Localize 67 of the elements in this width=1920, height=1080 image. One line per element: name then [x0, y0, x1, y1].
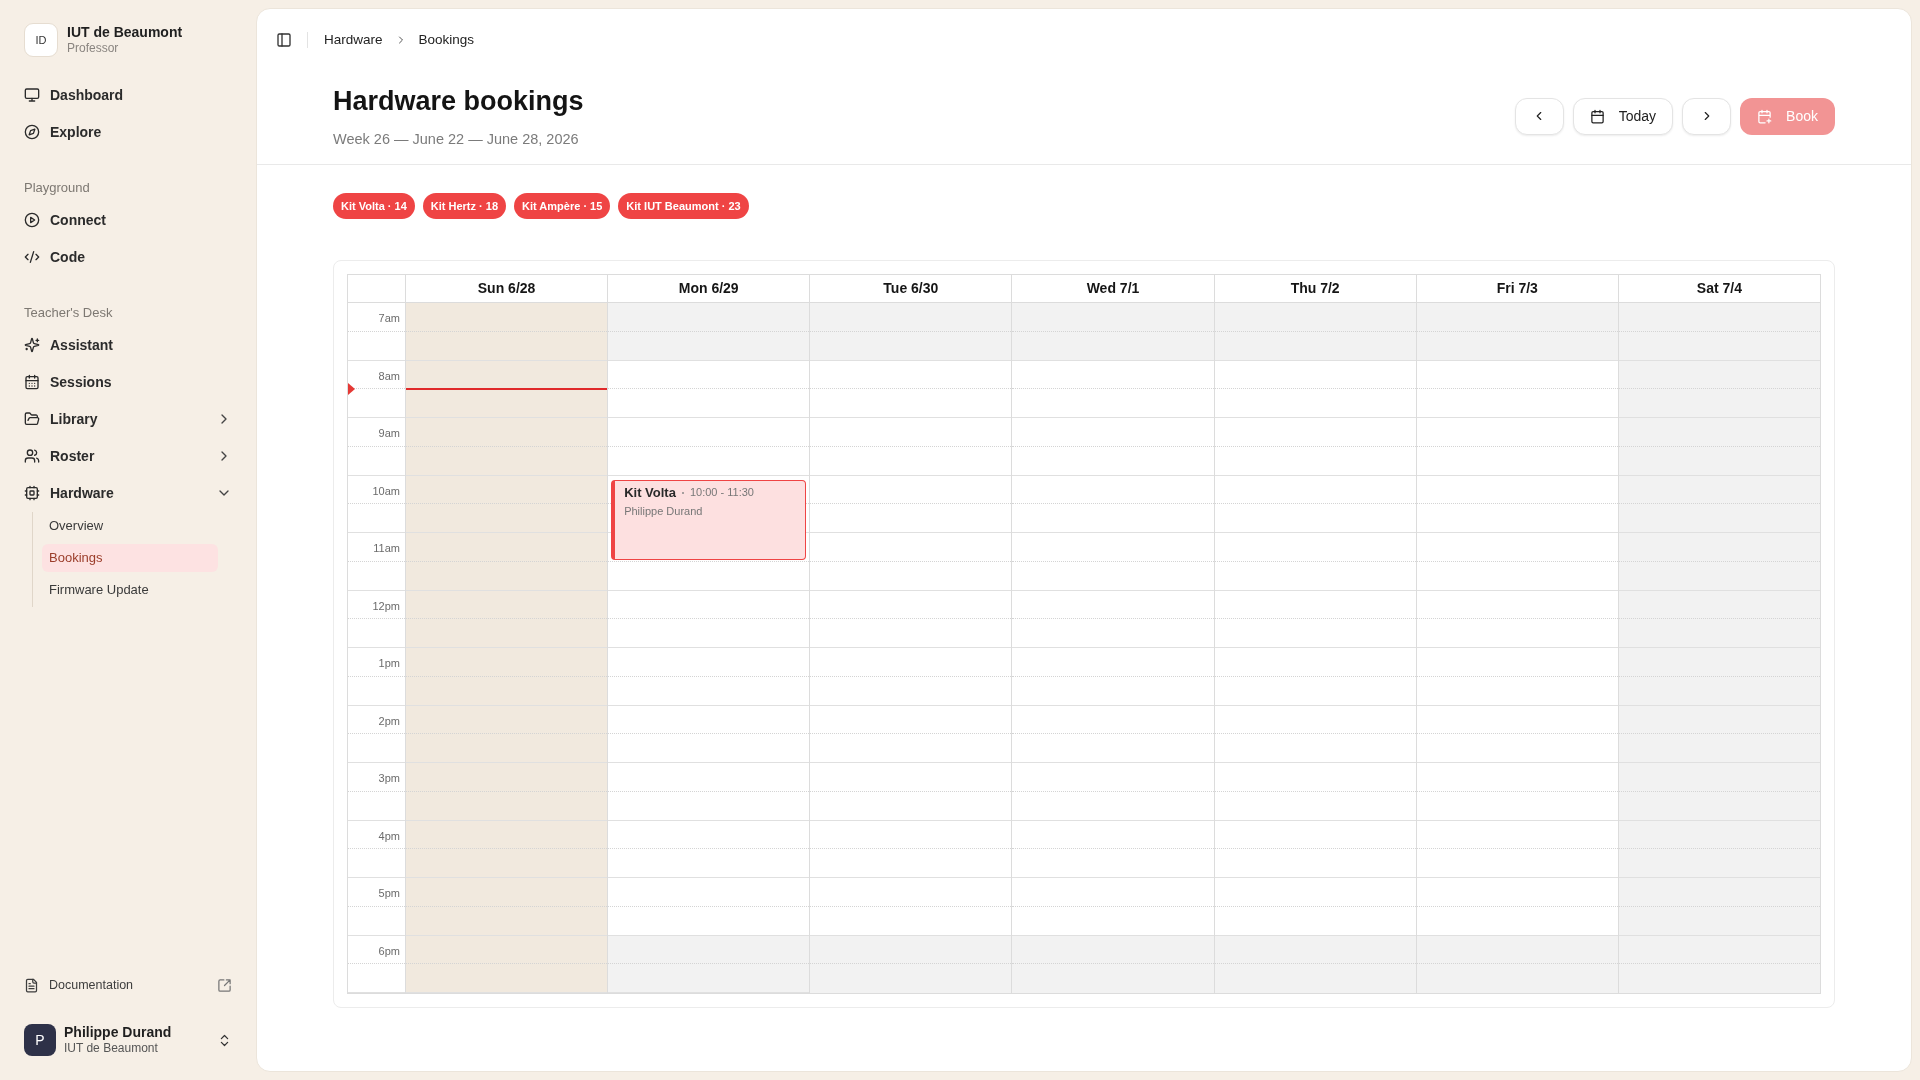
time-label: 5pm	[378, 886, 400, 900]
kit-tag: Kit IUT Beaumont · 23	[618, 193, 749, 219]
nav-subitem[interactable]: Overview	[42, 512, 218, 540]
play-icon	[24, 212, 40, 228]
day-header: Wed 7/1	[1011, 275, 1214, 302]
nav-item[interactable]: Sessions	[16, 364, 240, 400]
page-subtitle: Week 26 — June 22 — June 28, 2026	[333, 130, 580, 149]
chip-icon	[24, 485, 40, 501]
nav-item[interactable]: Library	[16, 401, 240, 437]
user-name: Philippe Durand	[64, 1024, 173, 1041]
time-label: 4pm	[378, 828, 400, 843]
breadcrumb-current: Bookings	[418, 30, 475, 49]
sparkles-icon	[24, 337, 40, 353]
nav-subitem[interactable]: Bookings	[42, 544, 218, 572]
monitor-icon	[24, 87, 40, 103]
panel-left-icon	[276, 32, 292, 48]
document-icon	[24, 977, 39, 993]
compass-icon	[24, 124, 40, 140]
nav-item[interactable]: Connect	[16, 202, 240, 238]
time-label: 10am	[372, 483, 400, 498]
time-label: 9am	[378, 426, 400, 440]
nav-item[interactable]: Code	[16, 239, 240, 275]
calendar-icon	[24, 374, 40, 390]
event-person: Philippe Durand	[624, 503, 704, 518]
user-avatar: P	[24, 1024, 56, 1056]
time-label: 3pm	[378, 771, 400, 785]
event-title: Kit Volta	[624, 483, 676, 502]
org-name: IUT de Beaumont	[67, 24, 183, 41]
event-time: 10:00 - 11:30	[689, 485, 754, 501]
external-link-icon	[217, 977, 232, 993]
time-label: 11am	[373, 541, 400, 555]
day-header: Sun 6/28	[405, 275, 608, 302]
time-label: 2pm	[378, 713, 400, 728]
day-header: Fri 7/3	[1415, 275, 1618, 302]
day-header: Thu 7/2	[1213, 275, 1416, 302]
breadcrumb-link[interactable]: Hardware	[324, 29, 383, 51]
time-label: 8am	[378, 368, 400, 383]
today-button[interactable]: Today	[1572, 97, 1674, 135]
booking-event[interactable]: Kit Volta 10:00 - 11:30 Philippe Durand	[611, 479, 807, 560]
org-avatar: ID	[24, 23, 58, 57]
time-label: 12pm	[372, 598, 400, 613]
section-heading: Teacher's Desk	[23, 304, 114, 323]
nav-item[interactable]: Assistant	[16, 327, 240, 363]
org-role: Professor	[67, 41, 120, 56]
time-label: 6pm	[378, 943, 400, 958]
code-icon	[24, 249, 40, 265]
day-header: Tue 6/30	[809, 275, 1012, 302]
kit-tag: Kit Volta · 14	[333, 193, 415, 219]
documentation-link[interactable]: Documentation	[16, 969, 240, 1001]
page-title: Hardware bookings	[333, 85, 584, 118]
folder-icon	[24, 411, 40, 427]
nav-item[interactable]: Dashboard	[16, 77, 240, 113]
nav-item[interactable]: Hardware	[16, 475, 240, 511]
day-header: Sat 7/4	[1617, 275, 1820, 302]
user-org: IUT de Beaumont	[64, 1041, 159, 1056]
kit-tag: Kit Ampère · 15	[514, 193, 611, 219]
day-header: Mon 6/29	[607, 275, 810, 302]
calendar-icon	[1589, 108, 1605, 124]
users-icon	[24, 448, 40, 464]
nav-item[interactable]: Explore	[16, 114, 240, 150]
calendar-plus-icon	[1757, 108, 1773, 124]
nav-subitem[interactable]: Firmware Update	[42, 576, 218, 604]
nav-item[interactable]: Roster	[16, 438, 240, 474]
time-label: 7am	[378, 311, 400, 325]
section-heading: Playground	[23, 179, 91, 198]
time-label: 1pm	[378, 656, 400, 670]
kit-tag: Kit Hertz · 18	[422, 193, 507, 219]
